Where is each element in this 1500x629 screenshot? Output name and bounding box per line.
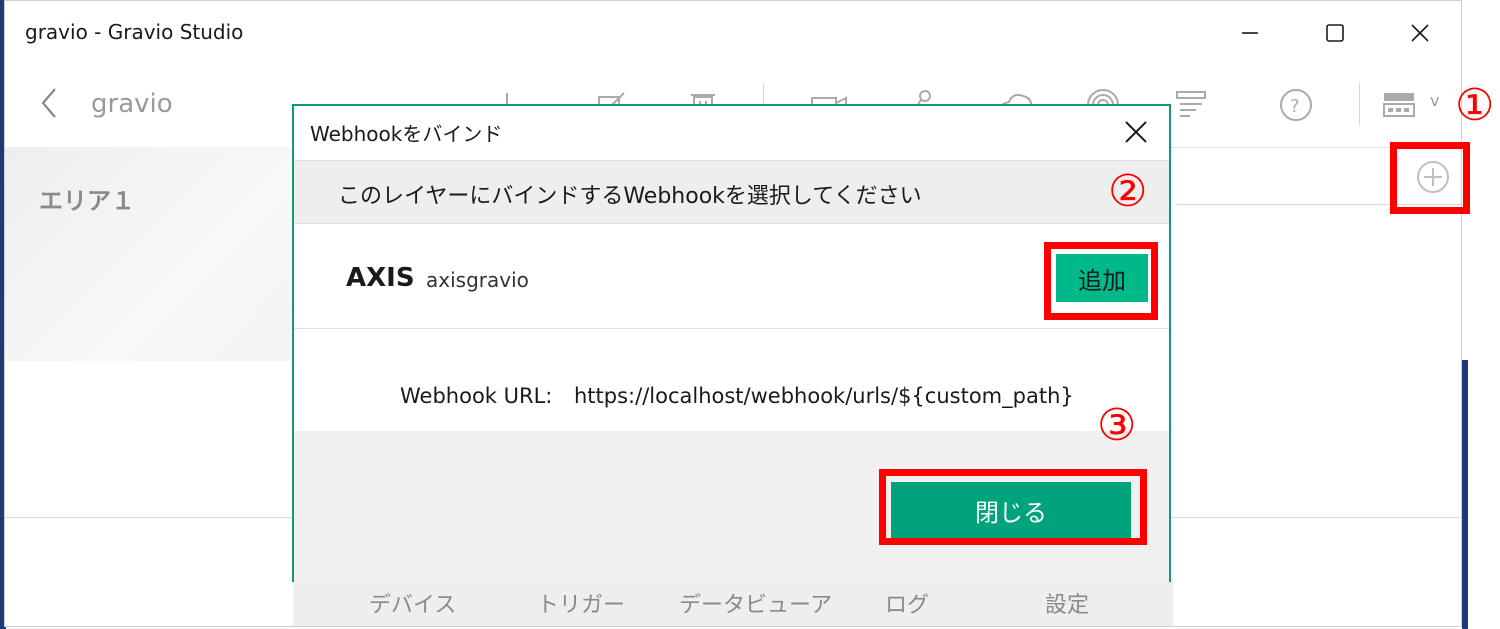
nav-data-viewer[interactable]: データビューア	[679, 587, 832, 619]
close-icon	[1125, 121, 1147, 143]
webhook-url-label: Webhook URL:	[400, 384, 553, 408]
dialog-close-button[interactable]	[1118, 114, 1154, 150]
help-icon: ?	[1280, 89, 1312, 121]
layout-button[interactable]	[1377, 83, 1421, 127]
area-label: エリア１	[39, 187, 135, 215]
window-title: gravio - Gravio Studio	[25, 20, 244, 44]
minimize-icon	[1242, 32, 1258, 34]
layout-icon	[1383, 93, 1415, 117]
highlight-box-3	[879, 469, 1147, 545]
bottom-nav: デバイス トリガー データビューア ログ 設定	[293, 579, 1173, 626]
maximize-button[interactable]	[1315, 13, 1355, 53]
close-icon	[1411, 24, 1429, 42]
chevron-down-icon[interactable]: v	[1430, 91, 1439, 110]
area-panel: エリア１	[5, 147, 305, 361]
highlight-box-2	[1044, 242, 1158, 320]
nav-triggers[interactable]: トリガー	[537, 587, 625, 619]
webhook-url-area: Webhook URL: https://localhost/webhook/u…	[294, 329, 1169, 431]
dialog-title: Webhookをバインド	[310, 122, 503, 146]
maximize-icon	[1326, 24, 1344, 42]
dialog-instruction: このレイヤーにバインドするWebhookを選択してください	[338, 184, 922, 209]
nav-settings[interactable]: 設定	[1045, 587, 1089, 619]
webhook-row: AXIS axisgravio 追加	[294, 224, 1169, 329]
svg-text:?: ?	[1290, 96, 1300, 117]
list-icon	[1176, 91, 1206, 117]
desktop-background-right-strip	[1462, 360, 1468, 629]
help-button[interactable]: ?	[1274, 83, 1318, 127]
back-icon	[41, 88, 56, 118]
back-button[interactable]	[35, 85, 65, 125]
nav-log[interactable]: ログ	[885, 587, 929, 619]
webhook-id: axisgravio	[426, 268, 529, 292]
list-button[interactable]	[1169, 83, 1213, 127]
dialog-instruction-bar: このレイヤーにバインドするWebhookを選択してください	[294, 160, 1169, 224]
highlight-box-1	[1390, 142, 1470, 214]
webhook-name: AXIS	[346, 263, 415, 293]
title-bar: gravio - Gravio Studio	[5, 1, 1461, 63]
close-window-button[interactable]	[1400, 13, 1440, 53]
step-marker-3: ③	[1097, 400, 1137, 451]
minimize-button[interactable]	[1230, 13, 1270, 53]
step-marker-2: ②	[1108, 166, 1148, 217]
webhook-url-value: https://localhost/webhook/urls/${custom_…	[574, 384, 1074, 408]
toolbar-separator	[1359, 83, 1360, 125]
step-marker-1: ①	[1455, 80, 1495, 131]
breadcrumb: gravio	[91, 89, 173, 119]
nav-devices[interactable]: デバイス	[369, 587, 456, 619]
